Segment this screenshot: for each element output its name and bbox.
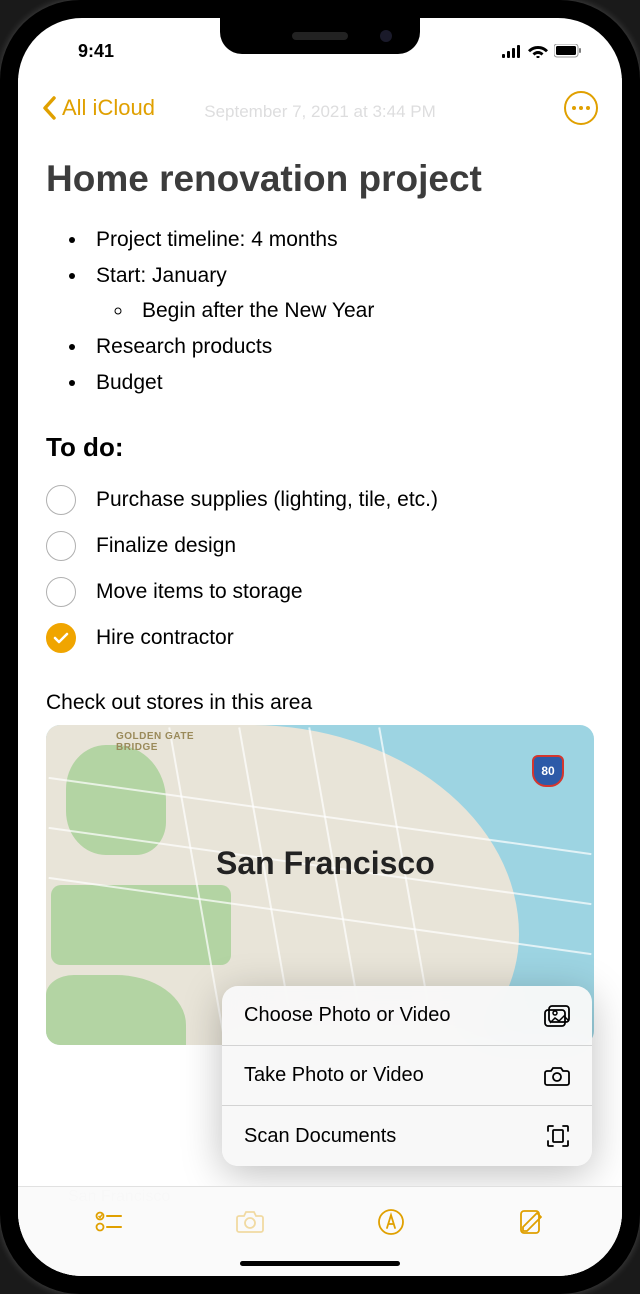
menu-item-scan-documents[interactable]: Scan Documents	[222, 1106, 592, 1166]
compose-button[interactable]	[512, 1202, 552, 1242]
bullet-list[interactable]: Project timeline: 4 months Start: Januar…	[18, 212, 622, 410]
checklist-label[interactable]: Purchase supplies (lighting, tile, etc.)	[96, 488, 438, 512]
menu-label: Take Photo or Video	[244, 1064, 424, 1087]
menu-item-choose-photo[interactable]: Choose Photo or Video	[222, 986, 592, 1046]
map-caption[interactable]: Check out stores in this area	[18, 667, 622, 725]
list-item[interactable]: Project timeline: 4 months	[88, 222, 594, 258]
chevron-left-icon	[42, 96, 56, 120]
more-button[interactable]	[564, 91, 598, 125]
list-item[interactable]: Start: January Begin after the New Year	[88, 258, 594, 329]
bridge-label: GOLDEN GATE BRIDGE	[116, 731, 194, 753]
checkbox-unchecked-icon[interactable]	[46, 531, 76, 561]
checklist-label[interactable]: Finalize design	[96, 534, 236, 558]
note-timestamp: September 7, 2021 at 3:44 PM	[204, 102, 436, 122]
camera-icon	[235, 1210, 265, 1234]
ellipsis-icon	[572, 106, 590, 110]
battery-icon	[554, 44, 582, 58]
checklist-item[interactable]: Finalize design	[46, 523, 594, 569]
photo-library-icon	[544, 1005, 570, 1027]
checklist-button[interactable]	[89, 1202, 129, 1242]
wifi-icon	[528, 44, 548, 58]
back-button[interactable]: All iCloud	[42, 95, 155, 121]
list-item[interactable]: Research products	[88, 329, 594, 365]
checklist-label[interactable]: Move items to storage	[96, 580, 303, 604]
camera-icon	[544, 1066, 570, 1086]
list-item[interactable]: Begin after the New Year	[134, 293, 594, 329]
menu-label: Choose Photo or Video	[244, 1004, 450, 1027]
note-title[interactable]: Home renovation project	[18, 138, 622, 212]
cellular-icon	[502, 45, 522, 58]
checkbox-unchecked-icon[interactable]	[46, 577, 76, 607]
checklist-item[interactable]: Move items to storage	[46, 569, 594, 615]
todo-heading[interactable]: To do:	[18, 410, 622, 471]
list-item[interactable]: Budget	[88, 365, 594, 401]
markup-button[interactable]	[371, 1202, 411, 1242]
checklist-label[interactable]: Hire contractor	[96, 626, 234, 650]
camera-toolbar-button[interactable]	[230, 1202, 270, 1242]
checklist-item[interactable]: Purchase supplies (lighting, tile, etc.)	[46, 477, 594, 523]
compose-icon	[519, 1209, 545, 1235]
scan-icon	[546, 1124, 570, 1148]
checklist-icon	[95, 1211, 123, 1233]
checklist-item[interactable]: Hire contractor	[46, 615, 594, 661]
checkbox-unchecked-icon[interactable]	[46, 485, 76, 515]
status-time: 9:41	[78, 41, 114, 62]
checklist: Purchase supplies (lighting, tile, etc.)…	[18, 471, 622, 667]
markup-icon	[377, 1208, 405, 1236]
highway-shield: 80	[532, 755, 564, 787]
menu-item-take-photo[interactable]: Take Photo or Video	[222, 1046, 592, 1106]
city-label: San Francisco	[216, 845, 435, 882]
home-indicator[interactable]	[240, 1261, 400, 1266]
attachment-menu: Choose Photo or Video Take Photo or Vide…	[222, 986, 592, 1166]
checkbox-checked-icon[interactable]	[46, 623, 76, 653]
back-label: All iCloud	[62, 95, 155, 121]
menu-label: Scan Documents	[244, 1125, 396, 1148]
